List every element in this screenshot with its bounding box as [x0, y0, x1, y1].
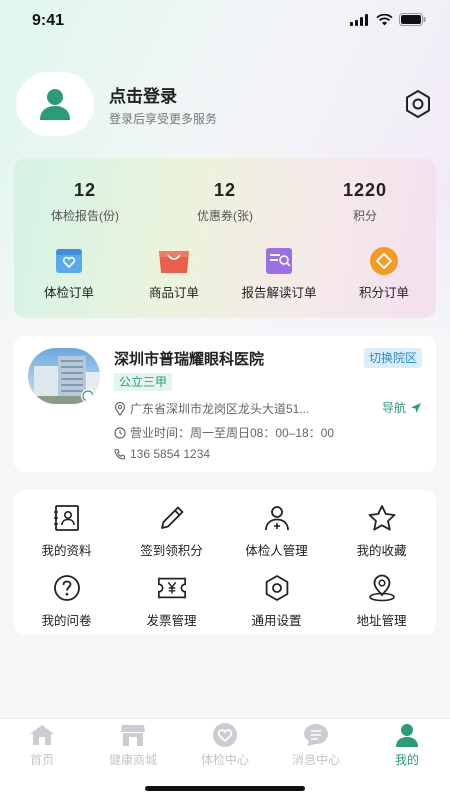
tab-exam-center[interactable]: 体检中心: [180, 723, 270, 768]
order-label: 报告解读订单: [241, 286, 317, 300]
tab-label: 体检中心: [200, 753, 249, 767]
phone-icon: [114, 448, 126, 460]
hospital-hours: 营业时间：周一至周日08：00–18：00: [130, 426, 335, 440]
invoice-icon: [157, 577, 186, 599]
avatar[interactable]: [16, 72, 94, 136]
phone-row[interactable]: 136 5854 1234: [114, 447, 210, 461]
stat-label: 积分: [352, 209, 377, 223]
menu-label: 我的资料: [41, 544, 92, 558]
menu-label: 通用设置: [251, 614, 302, 628]
tab-label: 首页: [29, 753, 54, 767]
stat-value: 12: [213, 180, 237, 200]
tab-label: 消息中心: [291, 753, 340, 767]
message-icon: [304, 724, 328, 746]
pencil-icon: [160, 506, 183, 529]
settings-button[interactable]: [402, 88, 434, 120]
order-exam[interactable]: 体检订单: [14, 246, 124, 301]
tab-home[interactable]: 首页: [0, 723, 87, 768]
menu-address-management[interactable]: 地址管理: [329, 574, 434, 629]
hospital-name: 深圳市普瑞耀眼科医院: [114, 351, 265, 368]
signal-icon: [350, 13, 368, 26]
menu-label: 我的收藏: [356, 544, 407, 558]
location-pin-icon: [114, 401, 126, 416]
stat-label: 体检报告(份): [51, 209, 119, 223]
tab-health-store[interactable]: 健康商城: [88, 723, 178, 768]
person-add-icon: [264, 506, 289, 531]
address-row: 广东省深圳市龙岗区龙头大道51...: [114, 400, 309, 417]
navigation-arrow-icon: [411, 402, 421, 413]
navigate-button[interactable]: 导航: [382, 399, 422, 416]
heart-icon: [213, 723, 237, 747]
tab-label: 我的: [394, 753, 419, 767]
menu-label: 我的问卷: [41, 614, 92, 628]
question-icon: [53, 575, 80, 601]
hospital-photo: [28, 348, 100, 404]
status-icons: [350, 13, 426, 26]
order-label: 商品订单: [148, 286, 199, 300]
menu-questionnaire[interactable]: 我的问卷: [14, 574, 119, 629]
home-indicator: [145, 786, 305, 791]
stat-label: 优惠券(张): [197, 209, 253, 223]
points-icon: [370, 247, 398, 275]
stats-card: 12 体检报告(份) 12 优惠券(张) 1220 积分 体检订单 商品订单 报…: [14, 158, 436, 318]
clock-icon: [114, 426, 126, 439]
profile-header[interactable]: 点击登录 登录后享受更多服务: [16, 72, 436, 136]
order-goods[interactable]: 商品订单: [119, 246, 229, 301]
function-menu: 我的资料 签到领积分 体检人管理 我的收藏 我的问卷 发票管理 通用设置 地址管…: [14, 490, 436, 635]
stat-value: 12: [73, 180, 97, 200]
login-subtitle: 登录后享受更多服务: [109, 112, 218, 126]
status-time: 9:41: [32, 12, 65, 29]
gear-icon: [265, 575, 288, 601]
tab-message-center[interactable]: 消息中心: [271, 723, 361, 768]
user-icon: [396, 724, 418, 747]
report-icon: [266, 248, 292, 274]
gear-icon: [406, 90, 430, 118]
order-label: 体检订单: [43, 286, 94, 300]
exam-order-icon: [56, 249, 82, 273]
menu-favorites[interactable]: 我的收藏: [329, 504, 434, 559]
order-points[interactable]: 积分订单: [329, 246, 439, 301]
stat-reports[interactable]: 12 体检报告(份): [15, 180, 155, 224]
stat-value: 1220: [342, 180, 388, 200]
wifi-icon: [376, 13, 393, 25]
stat-points[interactable]: 1220 积分: [295, 180, 435, 224]
hospital-phone: 136 5854 1234: [130, 447, 211, 461]
status-bar: 9:41: [0, 0, 450, 44]
order-report[interactable]: 报告解读订单: [224, 246, 334, 301]
store-icon: [121, 725, 145, 746]
battery-icon: [399, 13, 426, 26]
login-title[interactable]: 点击登录: [109, 82, 177, 107]
menu-invoice-management[interactable]: 发票管理: [119, 574, 224, 629]
hospital-address: 广东省深圳市龙岗区龙头大道51...: [130, 402, 310, 416]
menu-examinee-management[interactable]: 体检人管理: [224, 504, 329, 559]
switch-campus-button[interactable]: 切换院区: [363, 348, 422, 368]
navigate-label: 导航: [381, 401, 406, 415]
profile-card-icon: [53, 505, 79, 531]
shopping-bag-icon: [159, 251, 189, 273]
tab-mine[interactable]: 我的: [362, 723, 450, 768]
order-label: 积分订单: [358, 286, 409, 300]
menu-label: 签到领积分: [140, 544, 203, 558]
stat-coupons[interactable]: 12 优惠券(张): [155, 180, 295, 224]
menu-general-settings[interactable]: 通用设置: [224, 574, 329, 629]
menu-label: 体检人管理: [245, 544, 308, 558]
menu-sign-in-points[interactable]: 签到领积分: [119, 504, 224, 559]
user-avatar-icon: [40, 89, 70, 120]
menu-label: 地址管理: [356, 614, 407, 628]
tab-label: 健康商城: [108, 753, 157, 767]
location-icon: [368, 574, 395, 602]
hours-row: 营业时间：周一至周日08：00–18：00: [114, 424, 334, 441]
home-icon: [30, 725, 54, 745]
hospital-grade-badge: 公立三甲: [114, 373, 173, 391]
hospital-card[interactable]: 深圳市普瑞耀眼科医院 切换院区 公立三甲 广东省深圳市龙岗区龙头大道51... …: [14, 336, 436, 472]
menu-label: 发票管理: [146, 614, 197, 628]
menu-my-profile[interactable]: 我的资料: [14, 504, 119, 559]
star-icon: [368, 505, 395, 531]
